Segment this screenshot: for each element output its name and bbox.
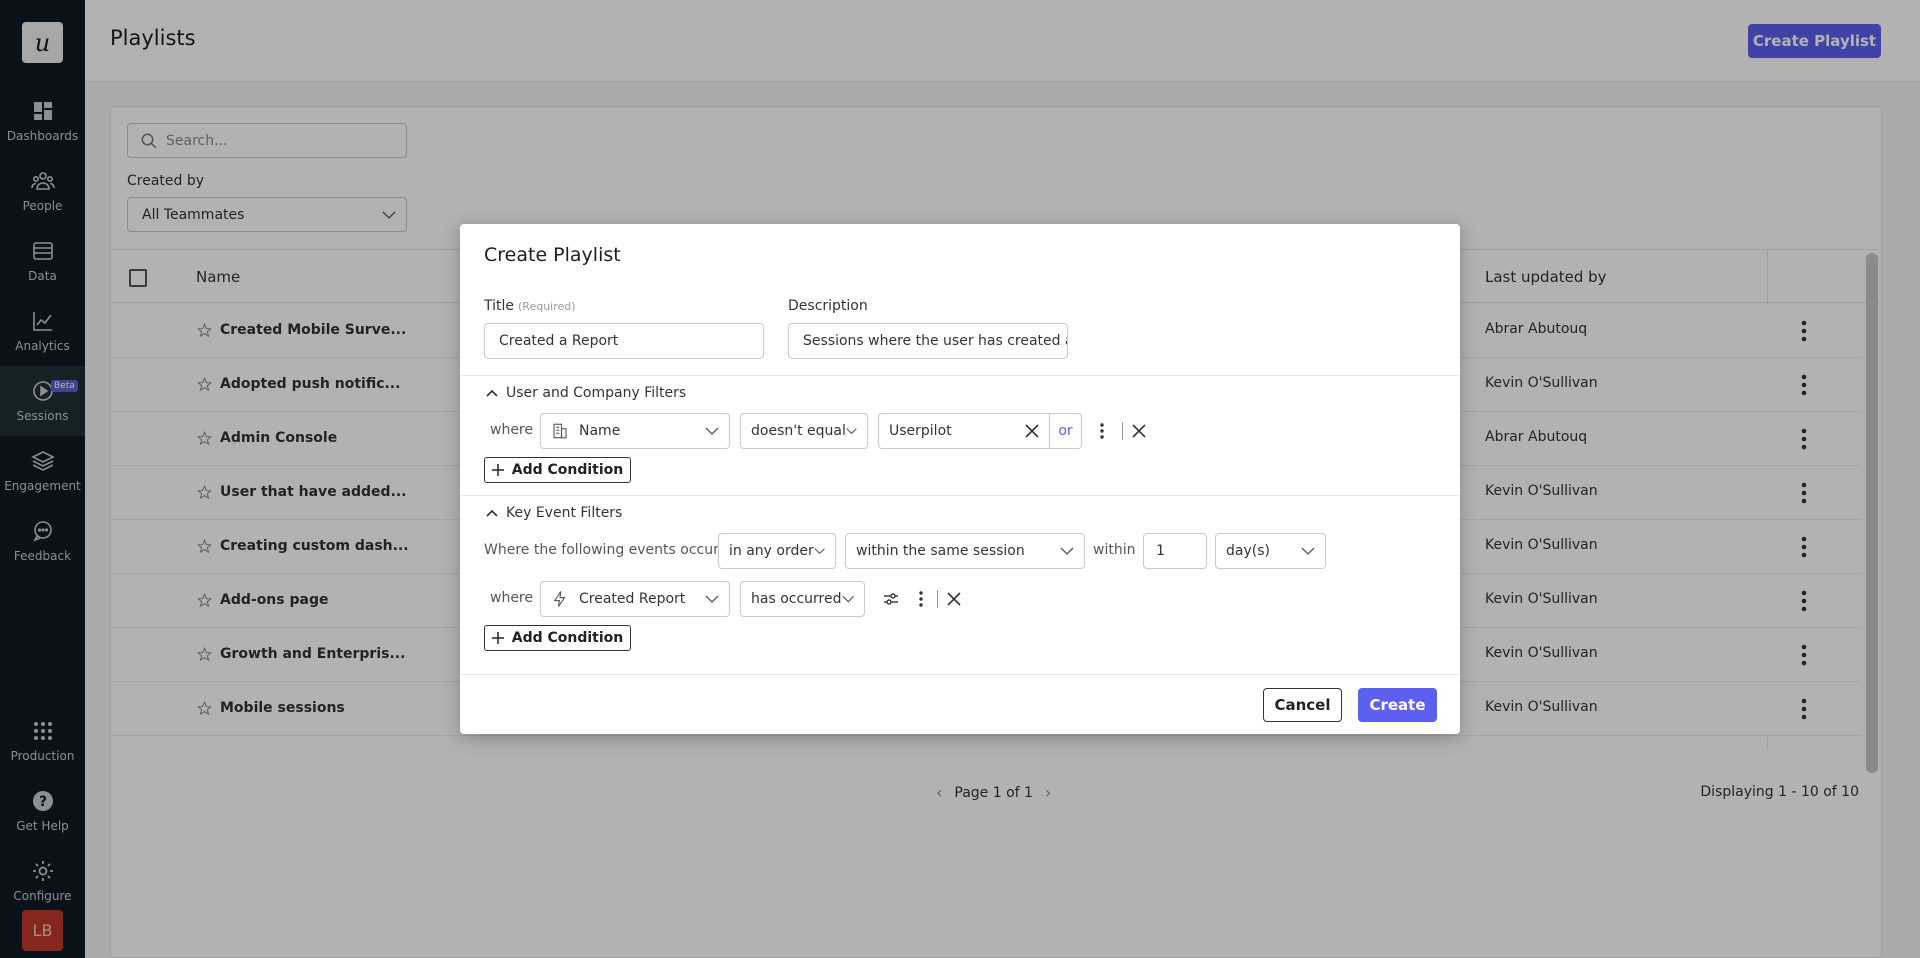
events-occur-label: Where the following events occur	[484, 542, 719, 558]
value-tag-input[interactable]: Userpilot	[878, 413, 1050, 449]
value-tag: Userpilot	[889, 423, 952, 439]
separator	[1122, 422, 1123, 440]
cancel-button[interactable]: Cancel	[1263, 688, 1342, 722]
session-scope-select[interactable]: within the same session	[845, 533, 1085, 569]
add-event-condition-button[interactable]: Add Condition	[484, 625, 631, 651]
filter-settings-icon[interactable]	[881, 589, 901, 609]
key-event-filters-toggle[interactable]: Key Event Filters	[486, 505, 622, 521]
plus-icon	[491, 632, 504, 644]
within-unit-select[interactable]: day(s)	[1215, 533, 1326, 569]
chevron-down-icon	[1060, 547, 1074, 555]
more-options-icon[interactable]	[1096, 422, 1108, 440]
title-label: Title (Required)	[484, 298, 576, 314]
add-condition-button[interactable]: Add Condition	[484, 457, 631, 483]
description-label: Description	[788, 298, 868, 314]
title-label-text: Title	[484, 298, 515, 314]
chevron-down-icon	[1301, 547, 1315, 555]
operator-select[interactable]: doesn't equal	[740, 413, 868, 449]
chevron-up-icon	[486, 389, 498, 397]
company-building-icon	[553, 423, 567, 439]
event-select[interactable]: Created Report	[540, 581, 730, 617]
divider	[460, 375, 1460, 376]
event-value: Created Report	[579, 591, 686, 607]
chevron-down-icon	[814, 548, 825, 555]
plus-icon	[491, 464, 504, 476]
within-unit-value: day(s)	[1226, 543, 1270, 559]
chevron-down-icon	[705, 427, 719, 435]
close-icon[interactable]	[1025, 424, 1039, 438]
event-order-value: in any order	[729, 543, 814, 559]
chevron-down-icon	[841, 595, 854, 603]
or-button[interactable]: or	[1050, 413, 1082, 449]
create-playlist-modal: Create Playlist Title (Required) Created …	[460, 224, 1460, 734]
title-input[interactable]: Created a Report	[484, 323, 764, 359]
event-condition-select[interactable]: has occurred	[740, 581, 865, 617]
remove-filter-icon[interactable]	[1130, 422, 1148, 440]
create-button[interactable]: Create	[1358, 688, 1437, 722]
user-company-filters-toggle[interactable]: User and Company Filters	[486, 385, 686, 401]
separator	[937, 590, 938, 608]
event-order-select[interactable]: in any order	[718, 533, 836, 569]
lightning-icon	[553, 591, 566, 607]
description-input[interactable]: Sessions where the user has created a	[788, 323, 1068, 359]
section-title: Key Event Filters	[506, 505, 623, 521]
session-scope-value: within the same session	[856, 543, 1025, 559]
section-title: User and Company Filters	[506, 385, 687, 401]
divider	[460, 495, 1460, 496]
within-label: within	[1093, 542, 1136, 558]
chevron-down-icon	[846, 428, 857, 435]
add-condition-label: Add Condition	[511, 462, 624, 478]
property-value: Name	[579, 423, 621, 439]
operator-value: doesn't equal	[751, 423, 846, 439]
chevron-down-icon	[705, 595, 719, 603]
event-condition-value: has occurred	[751, 591, 842, 607]
add-condition-label: Add Condition	[511, 630, 624, 646]
where-label: where	[490, 422, 533, 438]
required-hint: (Required)	[518, 300, 576, 313]
more-options-icon[interactable]	[915, 590, 927, 608]
chevron-up-icon	[486, 509, 498, 517]
where-label: where	[490, 590, 533, 606]
modal-title: Create Playlist	[484, 244, 621, 266]
remove-event-icon[interactable]	[945, 590, 963, 608]
property-select[interactable]: Name	[540, 413, 730, 449]
within-number-input[interactable]: 1	[1143, 533, 1207, 569]
divider	[460, 674, 1460, 675]
